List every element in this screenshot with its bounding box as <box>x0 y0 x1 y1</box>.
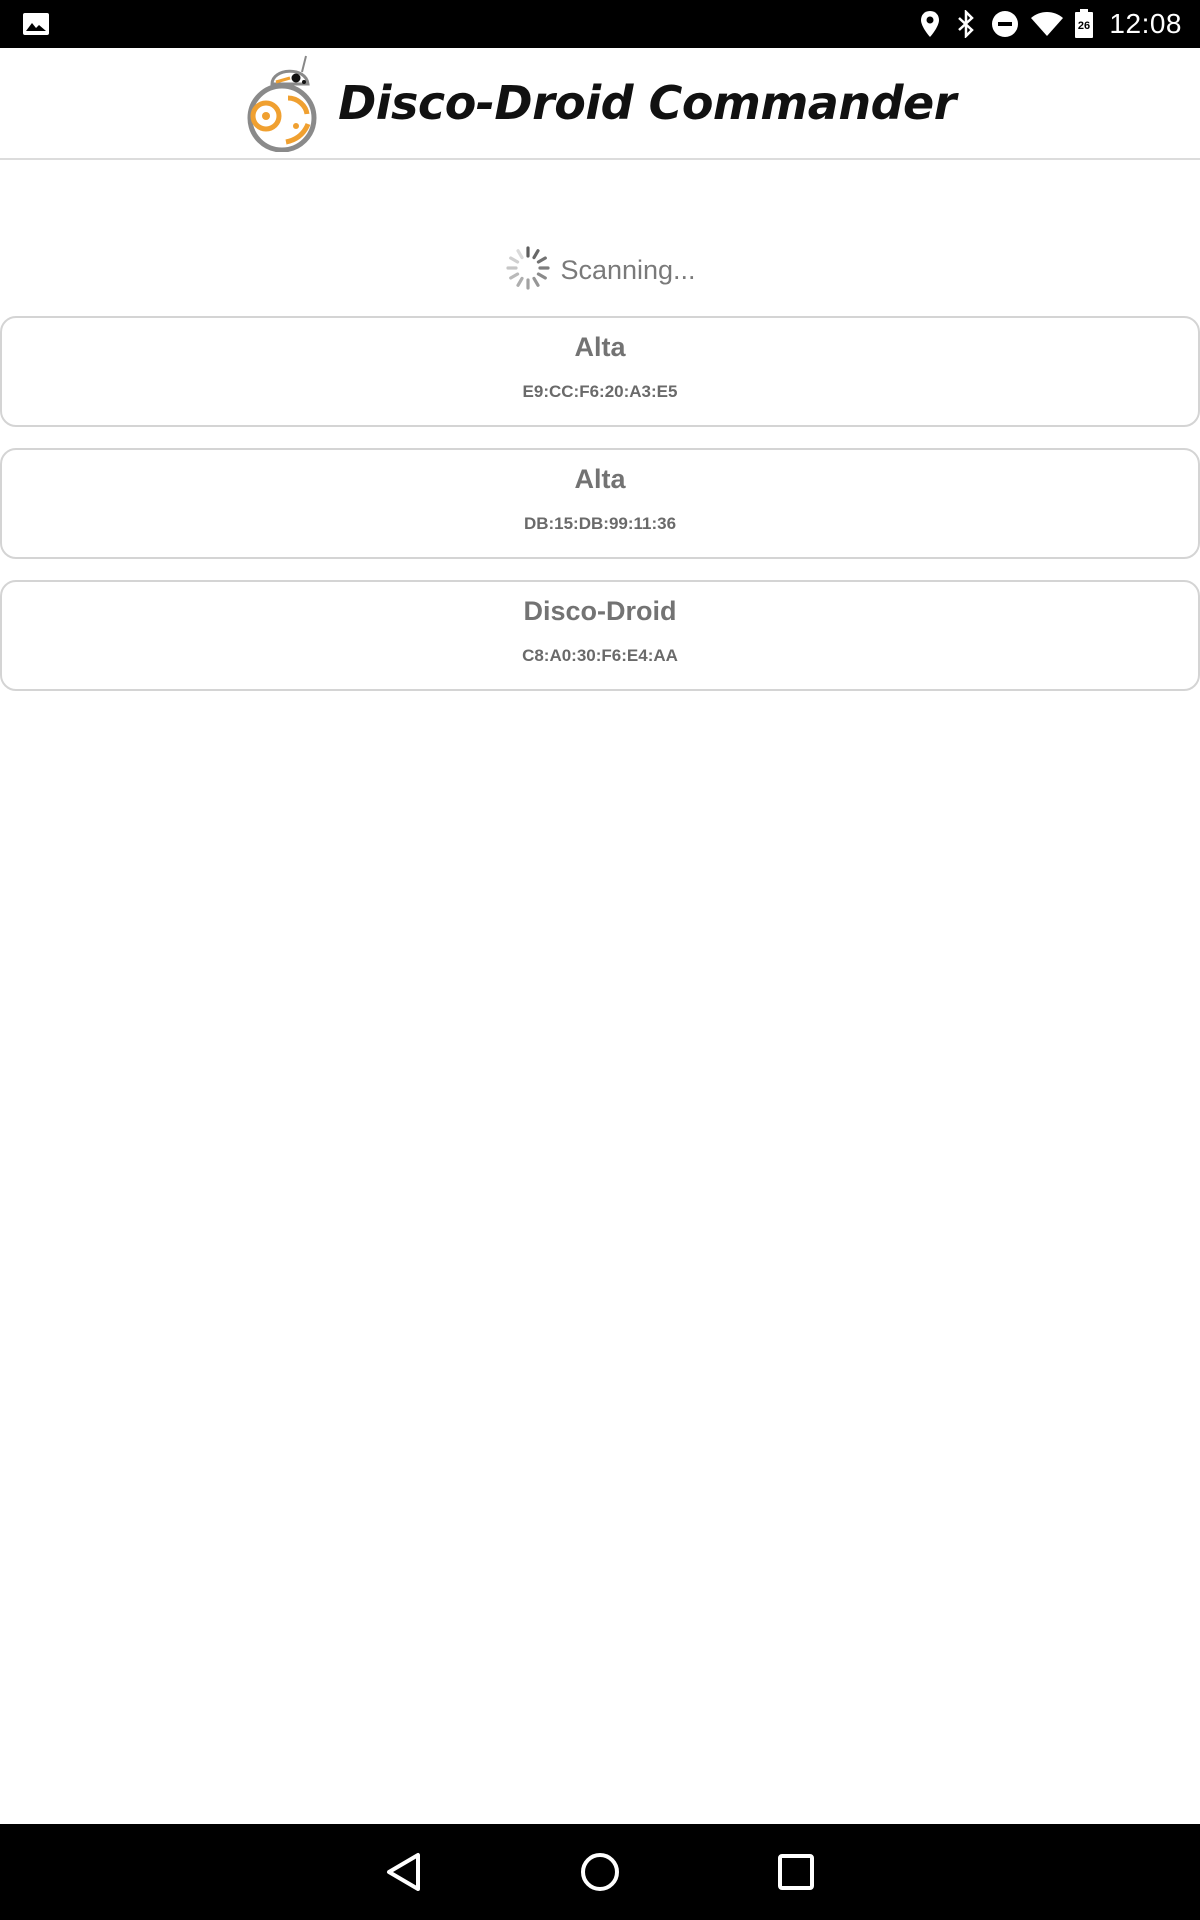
recents-icon[interactable] <box>768 1844 824 1900</box>
bb8-droid-logo <box>244 54 324 152</box>
app-header: Disco-Droid Commander <box>0 48 1200 160</box>
scan-status-text: Scanning... <box>560 254 696 285</box>
wifi-icon <box>1025 0 1069 48</box>
device-mac-address: E9:CC:F6:20:A3:E5 <box>522 382 678 401</box>
scan-status: Scanning... <box>0 245 1200 295</box>
device-item[interactable]: Disco-Droid C8:A0:30:F6:E4:AA <box>0 580 1200 691</box>
home-icon[interactable] <box>572 1844 628 1900</box>
back-icon[interactable] <box>376 1844 432 1900</box>
do-not-disturb-icon <box>985 0 1025 48</box>
loading-spinner-icon <box>504 244 552 297</box>
device-name: Alta <box>574 464 626 494</box>
device-mac-address: C8:A0:30:F6:E4:AA <box>522 646 678 665</box>
device-mac-address: DB:15:DB:99:11:36 <box>523 514 677 533</box>
location-icon <box>913 0 947 48</box>
device-item[interactable]: Alta E9:CC:F6:20:A3:E5 <box>0 316 1200 427</box>
clock: 12:08 <box>1109 8 1182 39</box>
image-notification-icon <box>22 12 50 36</box>
device-name: Alta <box>574 332 626 362</box>
battery-level: 26 <box>1078 20 1090 32</box>
status-bar: 26 12:08 <box>0 0 1200 48</box>
battery-icon: 26 <box>1069 0 1099 48</box>
app-title: Disco-Droid Commander <box>338 76 956 130</box>
device-list: Alta E9:CC:F6:20:A3:E5 Alta DB:15:DB:99:… <box>0 316 1200 712</box>
status-icons: 26 12:08 <box>913 0 1200 48</box>
device-name: Disco-Droid <box>523 596 677 626</box>
navigation-bar <box>0 1824 1200 1920</box>
bluetooth-icon <box>947 0 985 48</box>
device-item[interactable]: Alta DB:15:DB:99:11:36 <box>0 448 1200 559</box>
